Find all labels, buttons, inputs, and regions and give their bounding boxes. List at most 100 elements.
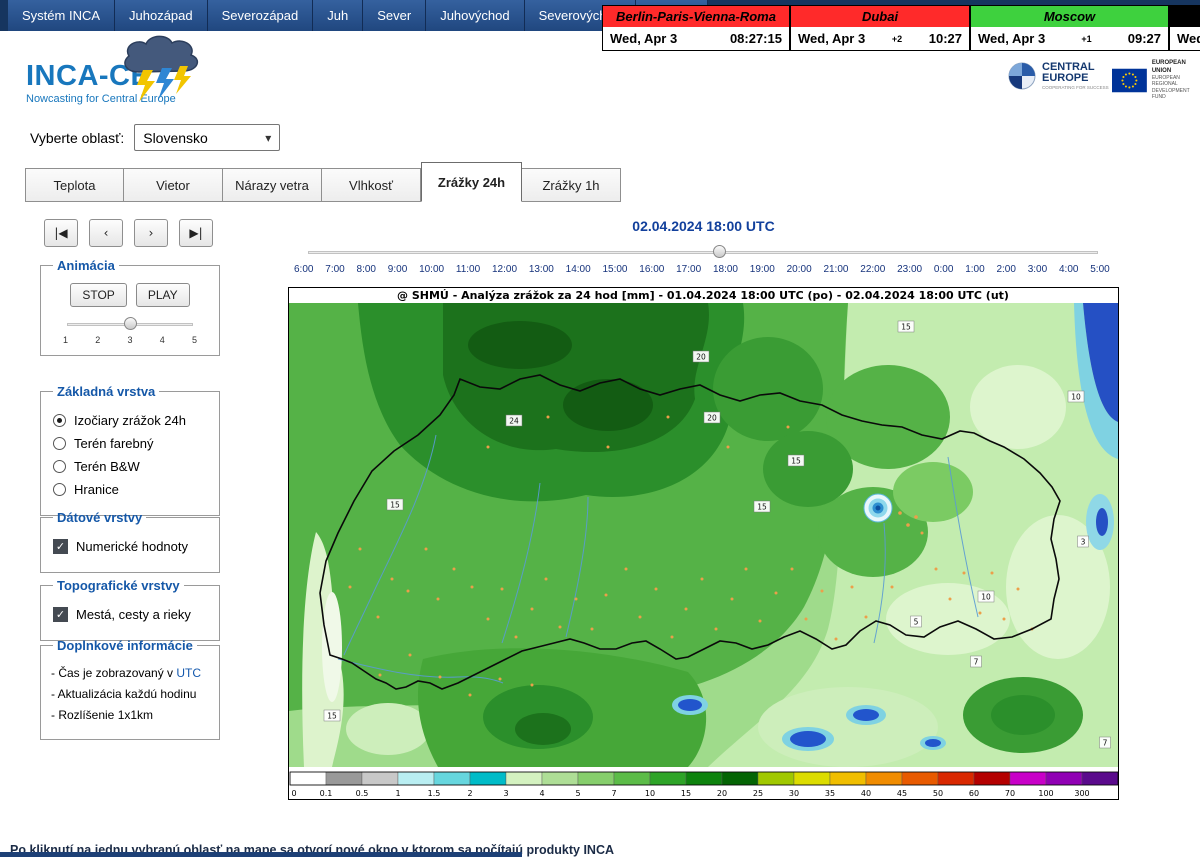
radio-label: Terén B&W xyxy=(74,459,140,474)
player-controls: |◀ ‹ › ▶| xyxy=(44,219,213,247)
time-label: 7:00 xyxy=(325,264,344,275)
time-slider-track[interactable] xyxy=(308,251,1098,254)
time-slider-handle[interactable] xyxy=(713,245,726,258)
svg-text:15: 15 xyxy=(791,457,801,466)
svg-text:1: 1 xyxy=(395,789,400,798)
svg-text:35: 35 xyxy=(825,789,835,798)
tab-1[interactable]: Teplota xyxy=(25,168,124,202)
time-label: 19:00 xyxy=(750,264,775,275)
central-europe-logo: CENTRAL EUROPE COOPERATING FOR SUCCESS xyxy=(1008,62,1109,91)
time-label: 11:00 xyxy=(456,264,480,275)
clock-date: Wed, Apr 3 xyxy=(610,31,677,46)
radio-option-1[interactable]: Izočiary zrážok 24h xyxy=(53,413,207,428)
nav-item-4[interactable]: Juh xyxy=(313,0,363,31)
clock-city-name xyxy=(1170,6,1200,27)
svg-text:3: 3 xyxy=(503,789,508,798)
svg-text:10: 10 xyxy=(645,789,655,798)
svg-text:25: 25 xyxy=(753,789,763,798)
nav-item-5[interactable]: Sever xyxy=(363,0,426,31)
svg-text:4: 4 xyxy=(539,789,544,798)
tab-4[interactable]: Vlhkosť xyxy=(322,168,421,202)
time-slider[interactable] xyxy=(308,245,1098,260)
svg-text:30: 30 xyxy=(789,789,799,798)
checkbox-option-1[interactable]: ✓Mestá, cesty a rieky xyxy=(53,607,207,622)
radio-option-3[interactable]: Terén B&W xyxy=(53,459,207,474)
animation-speed-slider[interactable] xyxy=(67,317,193,332)
speed-tick: 4 xyxy=(160,335,165,345)
tab-3[interactable]: Nárazy vetra xyxy=(223,168,322,202)
product-tabs: TeplotaVietorNárazy vetraVlhkosťZrážky 2… xyxy=(25,162,621,202)
time-label: 14:00 xyxy=(566,264,591,275)
nav-item-3[interactable]: Severozápad xyxy=(208,0,314,31)
time-label: 1:00 xyxy=(965,264,984,275)
radio-label: Terén farebný xyxy=(74,436,154,451)
svg-text:300: 300 xyxy=(1074,789,1089,798)
stop-button[interactable]: STOP xyxy=(70,283,126,307)
speed-slider-handle[interactable] xyxy=(124,317,137,330)
checkbox[interactable]: ✓ xyxy=(53,607,68,622)
nav-item-1[interactable]: Systém INCA xyxy=(8,0,115,31)
clock-city-time: Wed, Apr 3 08:27:15 xyxy=(603,27,789,50)
radio-button[interactable] xyxy=(53,414,66,427)
nav-item-2[interactable]: Juhozápad xyxy=(115,0,208,31)
time-label: 18:00 xyxy=(713,264,738,275)
step-forward-button[interactable]: › xyxy=(134,219,168,247)
tab-2[interactable]: Vietor xyxy=(124,168,223,202)
current-datetime: 02.04.2024 18:00 UTC xyxy=(288,218,1119,234)
svg-text:20: 20 xyxy=(707,414,717,423)
nav-item-6[interactable]: Juhovýchod xyxy=(426,0,524,31)
speed-tick: 5 xyxy=(192,335,197,345)
play-button[interactable]: PLAY xyxy=(136,283,190,307)
base-layer-panel: Základná vrstva Izočiary zrážok 24h Terén… xyxy=(40,384,220,516)
eu-text-line2: EUROPEAN REGIONAL xyxy=(1152,75,1200,88)
clock-date: Wed, Apr 3 xyxy=(798,31,865,46)
eu-text-line3: DEVELOPMENT FUND xyxy=(1152,88,1200,101)
clock-utc-offset: +2 xyxy=(892,34,902,44)
checkbox[interactable]: ✓ xyxy=(53,539,68,554)
svg-text:0: 0 xyxy=(291,789,296,798)
step-back-button[interactable]: ‹ xyxy=(89,219,123,247)
radio-button[interactable] xyxy=(53,460,66,473)
svg-text:7: 7 xyxy=(1103,739,1108,748)
radio-label: Hranice xyxy=(74,482,119,497)
radio-button[interactable] xyxy=(53,437,66,450)
clock-city-1: Berlin-Paris-Vienna-RomaWed, Apr 308:27:… xyxy=(603,6,789,50)
page: Systém INCAJuhozápadSeverozápadJuhSeverJ… xyxy=(0,0,1200,857)
svg-text:15: 15 xyxy=(681,789,691,798)
base-layer-legend: Základná vrstva xyxy=(53,384,159,399)
svg-text:7: 7 xyxy=(611,789,616,798)
info-line-3: - Rozlíšenie 1x1km xyxy=(51,708,209,722)
skip-end-button[interactable]: ▶| xyxy=(179,219,213,247)
precipitation-map[interactable]: @ SHMÚ - Analýza zrážok za 24 hod [mm] -… xyxy=(288,287,1119,800)
time-label: 15:00 xyxy=(602,264,627,275)
time-label: 8:00 xyxy=(357,264,376,275)
info-lines: - Čas je zobrazovaný v UTC- Aktualizácia… xyxy=(51,666,209,722)
base-layer-options: Izočiary zrážok 24h Terén farebný Terén B&… xyxy=(51,413,209,497)
info-line-2: - Aktualizácia každú hodinu xyxy=(51,687,209,701)
clock-time-value: 08:27:15 xyxy=(730,31,782,46)
svg-text:7: 7 xyxy=(974,658,979,667)
map-title: @ SHMÚ - Analýza zrážok za 24 hod [mm] -… xyxy=(397,289,1009,302)
utc-link[interactable]: UTC xyxy=(176,666,201,680)
svg-text:20: 20 xyxy=(696,353,706,362)
animation-buttons: STOP PLAY xyxy=(51,283,209,307)
speed-tick: 1 xyxy=(63,335,68,345)
region-select[interactable]: Slovensko ▾ xyxy=(134,124,280,151)
tab-6[interactable]: Zrážky 1h xyxy=(522,168,621,202)
svg-text:20: 20 xyxy=(717,789,727,798)
tab-5[interactable]: Zrážky 24h xyxy=(421,162,522,202)
time-label: 23:00 xyxy=(897,264,922,275)
time-label: 20:00 xyxy=(787,264,812,275)
checkbox-option-1[interactable]: ✓Numerické hodnoty xyxy=(53,539,207,554)
topo-layers-panel: Topografické vrstvy ✓Mestá, cesty a riek… xyxy=(40,578,220,641)
svg-text:15: 15 xyxy=(901,323,911,332)
chevron-down-icon: ▾ xyxy=(265,131,271,145)
clock-city-time: Wed, Apr 3+210:27 xyxy=(791,27,969,50)
skip-start-button[interactable]: |◀ xyxy=(44,219,78,247)
radio-label: Izočiary zrážok 24h xyxy=(74,413,186,428)
time-label: 10:00 xyxy=(419,264,444,275)
radio-option-4[interactable]: Hranice xyxy=(53,482,207,497)
radio-option-2[interactable]: Terén farebný xyxy=(53,436,207,451)
radio-button[interactable] xyxy=(53,483,66,496)
speed-tick: 2 xyxy=(95,335,100,345)
